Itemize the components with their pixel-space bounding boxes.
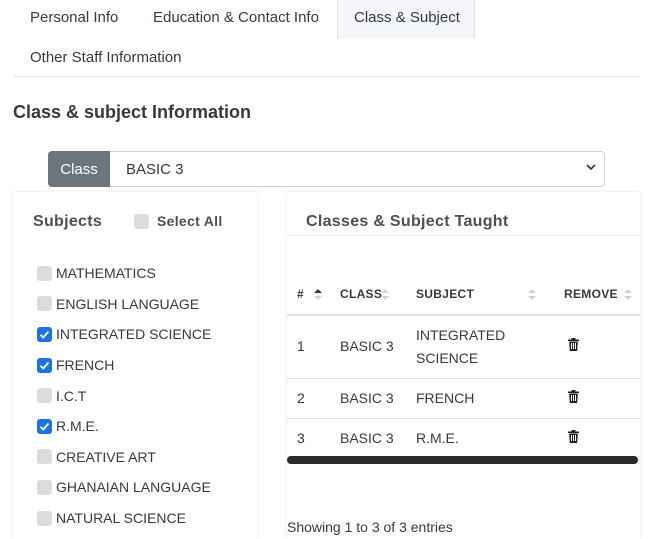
trash-icon[interactable] bbox=[568, 338, 579, 352]
cell-number: 1 bbox=[287, 315, 330, 379]
subject-checkbox[interactable] bbox=[37, 479, 52, 495]
cell-number: 3 bbox=[287, 418, 330, 459]
subject-list: MATHEMATICS ENGLISH LANGUAGE INTEGRATED … bbox=[37, 258, 211, 533]
subject-label: INTEGRATED SCIENCE bbox=[56, 326, 212, 343]
subject-checkbox[interactable] bbox=[37, 326, 52, 342]
cell-remove bbox=[554, 378, 640, 419]
cell-remove bbox=[554, 315, 640, 379]
column-header-remove[interactable]: REMOVE bbox=[554, 274, 640, 316]
subject-checkbox[interactable] bbox=[37, 388, 52, 404]
select-all-box[interactable] bbox=[134, 213, 149, 229]
cell-subject: R.M.E. bbox=[406, 418, 554, 459]
subject-item[interactable]: GHANAIAN LANGUAGE bbox=[37, 472, 211, 503]
table-row: 3 BASIC 3 R.M.E. bbox=[287, 418, 640, 459]
subject-item[interactable]: I.C.T bbox=[37, 380, 211, 411]
cell-subject: INTEGRATED SCIENCE bbox=[406, 315, 554, 379]
subject-item[interactable]: FRENCH bbox=[37, 350, 211, 381]
section-title: Class & subject Information bbox=[13, 102, 252, 122]
column-label: SUBJECT bbox=[416, 287, 475, 301]
tab-personal-info[interactable]: Personal Info bbox=[30, 10, 118, 25]
table-row: 2 BASIC 3 FRENCH bbox=[287, 378, 640, 419]
tab-class-subject[interactable]: Class & Subject bbox=[337, 0, 475, 38]
cell-subject: FRENCH bbox=[406, 378, 554, 419]
cell-remove bbox=[554, 418, 640, 459]
column-label: REMOVE bbox=[564, 287, 618, 301]
subject-label: MATHEMATICS bbox=[56, 265, 156, 282]
check-icon bbox=[39, 330, 50, 339]
subject-label: ENGLISH LANGUAGE bbox=[56, 295, 200, 312]
class-selector-group: Class BASIC 3 bbox=[48, 151, 605, 187]
subject-label: FRENCH bbox=[56, 357, 115, 374]
cell-class: BASIC 3 bbox=[330, 315, 406, 379]
subject-label: R.M.E. bbox=[56, 418, 99, 435]
subject-label: GHANAIAN LANGUAGE bbox=[56, 479, 211, 496]
cell-class: BASIC 3 bbox=[330, 378, 406, 419]
tab-education-contact-info[interactable]: Education & Contact Info bbox=[153, 10, 319, 25]
subject-item[interactable]: MATHEMATICS bbox=[37, 258, 211, 289]
subject-checkbox[interactable] bbox=[37, 296, 52, 312]
taught-title: Classes & Subject Taught bbox=[306, 213, 509, 230]
subject-item[interactable]: INTEGRATED SCIENCE bbox=[37, 319, 211, 350]
class-label: Class bbox=[48, 151, 110, 187]
subject-item[interactable]: CREATIVE ART bbox=[37, 442, 211, 473]
chevron-down-icon bbox=[586, 164, 596, 171]
subject-checkbox[interactable] bbox=[37, 265, 52, 281]
subject-item[interactable]: NATURAL SCIENCE bbox=[37, 503, 211, 534]
subjects-card: Subjects Select All MATHEMATICS ENGLISH … bbox=[13, 192, 257, 539]
scrollbar-thumb[interactable] bbox=[287, 456, 638, 464]
check-icon bbox=[39, 361, 50, 370]
column-header-class[interactable]: CLASS bbox=[330, 274, 406, 316]
column-header-number[interactable]: # bbox=[287, 274, 330, 316]
taught-table: # CLASS SUBJECT REMOVE 1 BASIC 3 INTEGRA… bbox=[287, 274, 640, 459]
select-all-checkbox[interactable]: Select All bbox=[134, 213, 223, 229]
subject-label: NATURAL SCIENCE bbox=[56, 510, 186, 527]
table-row: 1 BASIC 3 INTEGRATED SCIENCE bbox=[287, 315, 640, 379]
column-label: # bbox=[297, 287, 304, 301]
taught-card: Classes & Subject Taught # CLASS SUBJECT… bbox=[287, 192, 640, 539]
sort-arrows-icon bbox=[381, 289, 389, 300]
sort-arrows-icon bbox=[528, 289, 536, 300]
tab-other-staff-information[interactable]: Other Staff Information bbox=[30, 50, 181, 65]
subject-checkbox[interactable] bbox=[37, 510, 52, 526]
select-all-label: Select All bbox=[157, 213, 223, 229]
trash-icon[interactable] bbox=[568, 429, 579, 443]
subject-checkbox[interactable] bbox=[37, 357, 52, 373]
subject-checkbox[interactable] bbox=[37, 418, 52, 434]
tab-bar: Personal Info Education & Contact Info C… bbox=[13, 0, 640, 77]
check-icon bbox=[39, 422, 50, 431]
horizontal-scrollbar[interactable] bbox=[287, 456, 640, 464]
subject-label: CREATIVE ART bbox=[56, 448, 156, 465]
class-select[interactable]: BASIC 3 bbox=[110, 151, 605, 187]
sort-arrows-icon bbox=[314, 289, 322, 300]
cell-number: 2 bbox=[287, 378, 330, 419]
subject-item[interactable]: R.M.E. bbox=[37, 411, 211, 442]
sort-arrows-icon bbox=[624, 289, 632, 300]
subject-label: I.C.T bbox=[56, 387, 87, 404]
trash-icon[interactable] bbox=[568, 389, 579, 403]
subject-checkbox[interactable] bbox=[37, 449, 52, 465]
cell-class: BASIC 3 bbox=[330, 418, 406, 459]
table-info: Showing 1 to 3 of 3 entries bbox=[287, 519, 453, 535]
subject-item[interactable]: ENGLISH LANGUAGE bbox=[37, 289, 211, 320]
subjects-title: Subjects bbox=[33, 213, 103, 230]
column-header-subject[interactable]: SUBJECT bbox=[406, 274, 554, 316]
column-label: CLASS bbox=[340, 287, 383, 301]
class-select-value: BASIC 3 bbox=[126, 160, 184, 178]
